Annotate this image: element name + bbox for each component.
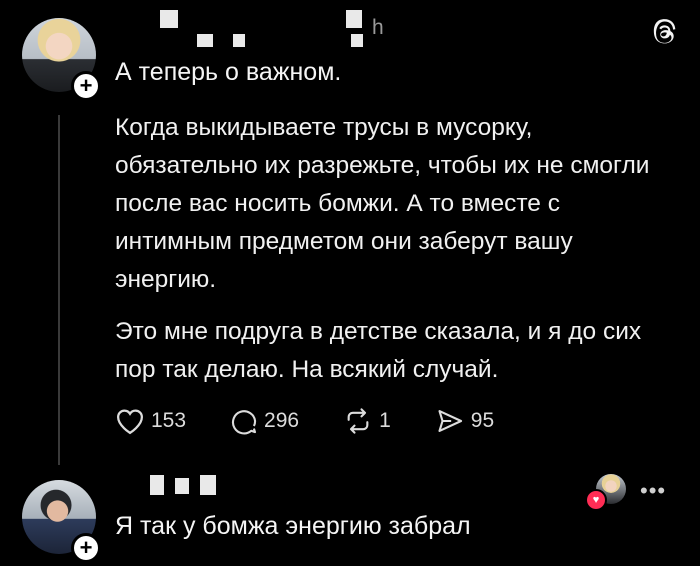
thread-post: + h А теперь о важном. Когда выкидываете… <box>0 0 700 470</box>
censored-name-block <box>351 34 363 47</box>
author-name-tail: h <box>372 16 384 39</box>
post-headline: А теперь о важном. <box>115 58 342 86</box>
post-paragraph: Когда выкидываете трусы в мусорку, обяза… <box>115 114 650 293</box>
like-count: 153 <box>151 409 187 432</box>
comment-bubble-icon <box>232 410 257 435</box>
post-paragraph: Это мне подруга в детстве сказала, и я д… <box>115 318 642 383</box>
heart-icon: ♥ <box>585 489 607 511</box>
censored-name-block <box>160 10 178 28</box>
censored-name-block <box>346 10 362 28</box>
repost-count: 1 <box>379 409 391 432</box>
repost-icon <box>347 408 369 434</box>
post-action-bar: 153 296 1 95 <box>115 404 538 438</box>
heart-icon <box>116 409 144 435</box>
comment-button[interactable]: 296 <box>230 407 299 435</box>
follow-plus-icon[interactable]: + <box>71 71 101 101</box>
reply-text: Я так у бомжа энергию забрал <box>115 512 471 540</box>
censored-name-block <box>233 34 245 47</box>
thread-connector-line <box>58 115 60 465</box>
repost-button[interactable]: 1 <box>343 407 391 435</box>
share-button[interactable]: 95 <box>435 407 494 435</box>
like-button[interactable]: 153 <box>115 407 186 435</box>
censored-name-block <box>197 34 213 47</box>
send-icon <box>438 410 462 432</box>
follow-plus-icon[interactable]: + <box>71 533 101 563</box>
more-horizontal-icon[interactable]: ••• <box>640 478 666 504</box>
censored-name-block <box>175 478 189 494</box>
share-count: 95 <box>470 409 495 432</box>
censored-name-block <box>150 475 164 495</box>
threads-icon[interactable] <box>650 18 678 46</box>
comment-count: 296 <box>264 409 300 432</box>
censored-name-block <box>200 475 216 495</box>
